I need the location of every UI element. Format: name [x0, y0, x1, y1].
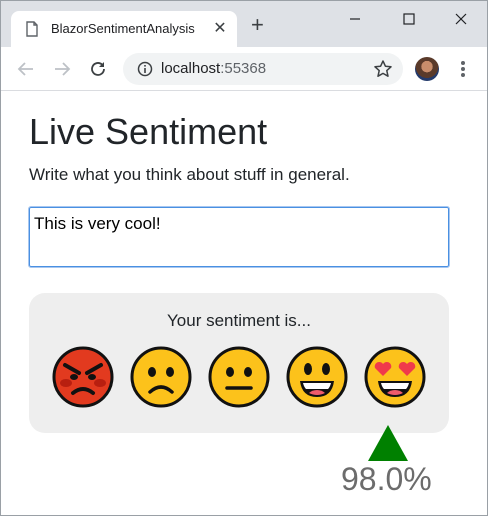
- minimize-icon[interactable]: [337, 5, 373, 33]
- sentiment-marker: [368, 425, 408, 461]
- page-content: Live Sentiment Write what you think abou…: [1, 91, 487, 515]
- address-bar[interactable]: localhost:55368: [123, 53, 403, 85]
- document-icon: [25, 21, 39, 42]
- url-text: localhost:55368: [161, 60, 266, 77]
- frowning-face-icon: [130, 346, 192, 408]
- page-title: Live Sentiment: [29, 111, 268, 152]
- sentiment-score: 98.0%: [341, 461, 432, 497]
- close-window-icon[interactable]: [443, 5, 479, 33]
- tab-strip: BlazorSentimentAnalysis ✕ +: [1, 1, 487, 47]
- browser-toolbar: localhost:55368: [1, 47, 487, 91]
- sentiment-label: Your sentiment is...: [167, 311, 311, 330]
- menu-icon[interactable]: [455, 59, 471, 79]
- neutral-face-icon: [208, 346, 270, 408]
- bookmark-star-icon[interactable]: [373, 59, 393, 84]
- sentiment-panel: Your sentiment is...: [29, 293, 449, 433]
- sentiment-input[interactable]: [28, 206, 450, 268]
- info-icon[interactable]: [137, 61, 153, 82]
- maximize-icon[interactable]: [391, 5, 427, 33]
- tab-title: BlazorSentimentAnalysis: [51, 21, 195, 36]
- url-port: :55368: [220, 60, 267, 77]
- browser-window: BlazorSentimentAnalysis ✕ + localhost:55…: [0, 0, 488, 516]
- reload-icon[interactable]: [87, 58, 109, 80]
- page-description: Write what you think about stuff in gene…: [29, 165, 350, 184]
- forward-icon[interactable]: [51, 58, 73, 80]
- profile-avatar[interactable]: [415, 57, 439, 81]
- heart-eyes-face-icon: [364, 346, 426, 408]
- grinning-face-icon: [286, 346, 348, 408]
- angry-face-icon: [52, 346, 114, 408]
- url-host: localhost: [161, 60, 221, 77]
- back-icon[interactable]: [15, 58, 37, 80]
- browser-tab[interactable]: BlazorSentimentAnalysis ✕: [11, 11, 237, 47]
- close-tab-icon[interactable]: ✕: [211, 18, 229, 38]
- new-tab-icon[interactable]: +: [251, 14, 264, 36]
